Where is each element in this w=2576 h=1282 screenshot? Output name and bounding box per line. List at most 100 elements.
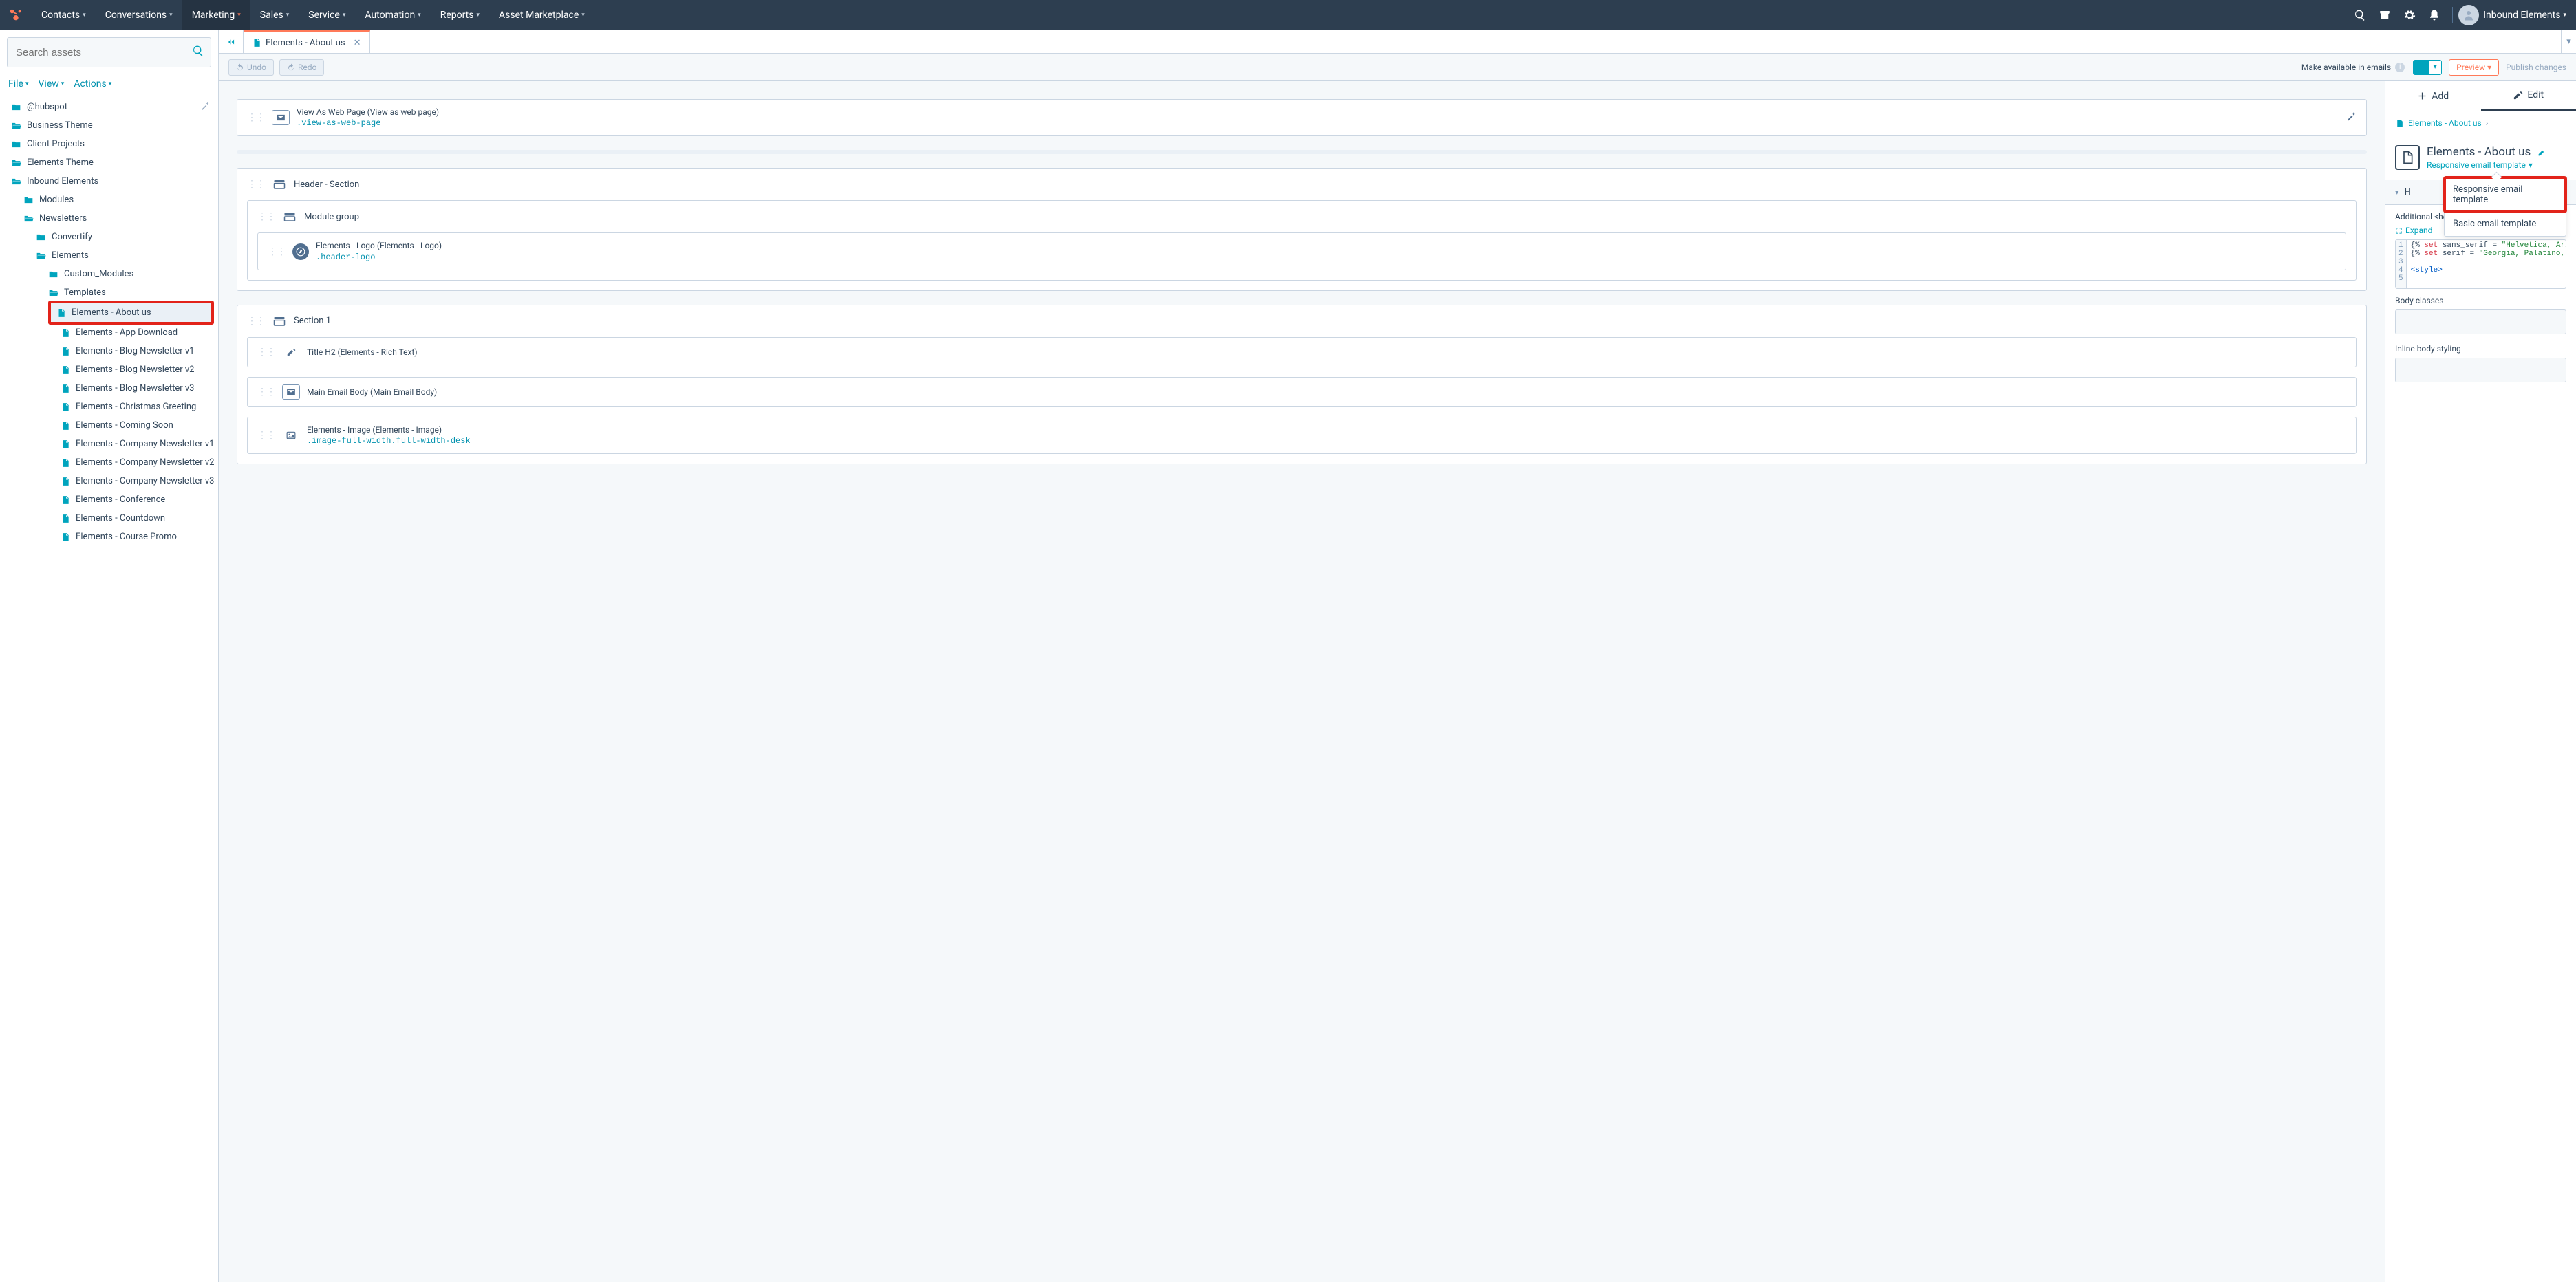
nav-service[interactable]: Service▾ xyxy=(299,0,355,30)
tab-add[interactable]: Add xyxy=(2385,81,2481,111)
drag-handle-icon[interactable] xyxy=(268,246,286,257)
file-icon xyxy=(2395,145,2420,170)
toolbar: Undo Redo Make available in emails i ▾ P… xyxy=(219,54,2576,81)
image-icon xyxy=(282,428,300,443)
sidebar: File ▾ View ▾ Actions ▾ @hubspotBusiness T… xyxy=(0,30,219,1282)
nav-contacts[interactable]: Contacts▾ xyxy=(32,0,96,30)
undo-button[interactable]: Undo xyxy=(228,59,274,76)
drag-handle-icon[interactable] xyxy=(247,316,265,327)
top-nav: Contacts▾Conversations▾Marketing▾Sales▾S… xyxy=(0,0,2576,30)
menu-file[interactable]: File ▾ xyxy=(8,78,29,89)
folder-modules[interactable]: Modules xyxy=(0,191,218,209)
nav-asset-marketplace[interactable]: Asset Marketplace▾ xyxy=(489,0,594,30)
body-classes-input[interactable] xyxy=(2395,309,2566,334)
drag-handle-icon[interactable] xyxy=(247,179,265,190)
wand-icon[interactable] xyxy=(200,101,210,113)
file-elements-christmas-greeting[interactable]: Elements - Christmas Greeting xyxy=(0,398,218,416)
popover-item-responsive[interactable]: Responsive email template xyxy=(2445,177,2566,212)
file-elements-countdown[interactable]: Elements - Countdown xyxy=(0,509,218,528)
folder-elements[interactable]: Elements xyxy=(0,246,218,265)
search-icon[interactable] xyxy=(192,45,204,60)
tabs-dropdown[interactable]: ▾ xyxy=(2561,30,2576,53)
folder-business-theme[interactable]: Business Theme xyxy=(0,116,218,135)
marketplace-icon[interactable] xyxy=(2372,0,2397,30)
redo-button[interactable]: Redo xyxy=(279,59,324,76)
section-icon xyxy=(272,178,287,191)
collapse-sidebar-button[interactable] xyxy=(219,30,244,53)
template-type-popover: Responsive email template Basic email te… xyxy=(2444,177,2566,237)
file-elements-conference[interactable]: Elements - Conference xyxy=(0,490,218,509)
close-icon[interactable]: ✕ xyxy=(354,38,361,48)
menu-actions[interactable]: Actions ▾ xyxy=(74,78,111,89)
avatar xyxy=(2458,5,2479,25)
sidebar-menubar: File ▾ View ▾ Actions ▾ xyxy=(0,74,218,95)
search-input[interactable] xyxy=(7,37,211,67)
drag-handle-icon[interactable] xyxy=(247,112,265,123)
file-elements-about-us[interactable]: Elements - About us xyxy=(51,303,211,322)
section-icon xyxy=(272,315,287,327)
settings-icon[interactable] xyxy=(2346,111,2357,124)
folder-custom-modules[interactable]: Custom_Modules xyxy=(0,265,218,283)
pencil-icon xyxy=(282,345,300,360)
emails-toggle[interactable]: ▾ xyxy=(2413,60,2442,75)
nav-marketing[interactable]: Marketing▾ xyxy=(182,0,250,30)
folder-convertify[interactable]: Convertify xyxy=(0,228,218,246)
drag-handle-icon[interactable] xyxy=(257,387,275,398)
module-image[interactable]: Elements - Image (Elements - Image) .ima… xyxy=(247,417,2357,454)
nav-sales[interactable]: Sales▾ xyxy=(250,0,299,30)
module-group[interactable]: Module group Elements - Logo (Elements -… xyxy=(247,200,2357,280)
module-logo[interactable]: Elements - Logo (Elements - Logo) .heade… xyxy=(257,232,2346,270)
envelope-icon xyxy=(282,384,300,400)
envelope-icon xyxy=(272,110,290,125)
publish-button: Publish changes xyxy=(2506,63,2566,72)
file-elements-course-promo[interactable]: Elements - Course Promo xyxy=(0,528,218,546)
file-elements-blog-newsletter-v1[interactable]: Elements - Blog Newsletter v1 xyxy=(0,342,218,360)
spacer xyxy=(237,150,2367,154)
folder-templates[interactable]: Templates xyxy=(0,283,218,302)
module-main-body[interactable]: Main Email Body (Main Email Body) xyxy=(247,377,2357,407)
nav-automation[interactable]: Automation▾ xyxy=(355,0,430,30)
tab-strip: Elements - About us ✕ ▾ xyxy=(219,30,2576,54)
template-type-dropdown[interactable]: Responsive email template ▾ xyxy=(2427,160,2546,170)
account-menu[interactable]: Inbound Elements ▾ xyxy=(2458,5,2566,25)
module-title-h2[interactable]: Title H2 (Elements - Rich Text) xyxy=(247,337,2357,367)
folder-client-projects[interactable]: Client Projects xyxy=(0,135,218,153)
tab-edit[interactable]: Edit xyxy=(2481,81,2576,111)
nav-conversations[interactable]: Conversations▾ xyxy=(96,0,182,30)
breadcrumb[interactable]: Elements - About us › xyxy=(2385,111,2576,135)
bell-icon[interactable] xyxy=(2422,0,2447,30)
inline-styling-input[interactable] xyxy=(2395,358,2566,382)
tab-label: Elements - About us xyxy=(266,38,345,48)
folder-newsletters[interactable]: Newsletters xyxy=(0,209,218,228)
search-icon[interactable] xyxy=(2348,0,2372,30)
file-tree: @hubspotBusiness ThemeClient ProjectsEle… xyxy=(0,95,218,1282)
file-elements-blog-newsletter-v3[interactable]: Elements - Blog Newsletter v3 xyxy=(0,379,218,398)
label-inline-styling: Inline body styling xyxy=(2395,344,2566,354)
drag-handle-icon[interactable] xyxy=(257,347,275,358)
module-view-as-web-page[interactable]: View As Web Page (View as web page) .vie… xyxy=(237,99,2367,136)
drag-handle-icon[interactable] xyxy=(257,430,275,441)
emails-label: Make available in emails xyxy=(2301,63,2391,72)
folder-elements-theme[interactable]: Elements Theme xyxy=(0,153,218,172)
file-elements-company-newsletter-v1[interactable]: Elements - Company Newsletter v1 xyxy=(0,435,218,453)
folder--hubspot[interactable]: @hubspot xyxy=(0,98,218,116)
drag-handle-icon[interactable] xyxy=(257,211,275,222)
tab-elements-about-us[interactable]: Elements - About us ✕ xyxy=(244,30,370,53)
menu-view[interactable]: View ▾ xyxy=(39,78,65,89)
gear-icon[interactable] xyxy=(2397,0,2422,30)
hubspot-logo[interactable] xyxy=(0,8,32,23)
file-elements-company-newsletter-v3[interactable]: Elements - Company Newsletter v3 xyxy=(0,472,218,490)
popover-item-basic[interactable]: Basic email template xyxy=(2445,212,2566,236)
info-icon[interactable]: i xyxy=(2395,63,2405,72)
file-elements-blog-newsletter-v2[interactable]: Elements - Blog Newsletter v2 xyxy=(0,360,218,379)
code-editor[interactable]: 12345 {% set sans_serif = "Helvetica, Ar… xyxy=(2395,239,2566,289)
section-1[interactable]: Section 1 Title H2 (Elements - Rich Text… xyxy=(237,305,2367,464)
nav-reports[interactable]: Reports▾ xyxy=(431,0,489,30)
folder-inbound-elements[interactable]: Inbound Elements xyxy=(0,172,218,191)
file-elements-company-newsletter-v2[interactable]: Elements - Company Newsletter v2 xyxy=(0,453,218,472)
section-header[interactable]: Header - Section Module group xyxy=(237,168,2367,290)
file-elements-app-download[interactable]: Elements - App Download xyxy=(0,323,218,342)
file-elements-coming-soon[interactable]: Elements - Coming Soon xyxy=(0,416,218,435)
preview-button[interactable]: Preview ▾ xyxy=(2449,59,2499,76)
edit-title-icon[interactable] xyxy=(2537,148,2546,157)
